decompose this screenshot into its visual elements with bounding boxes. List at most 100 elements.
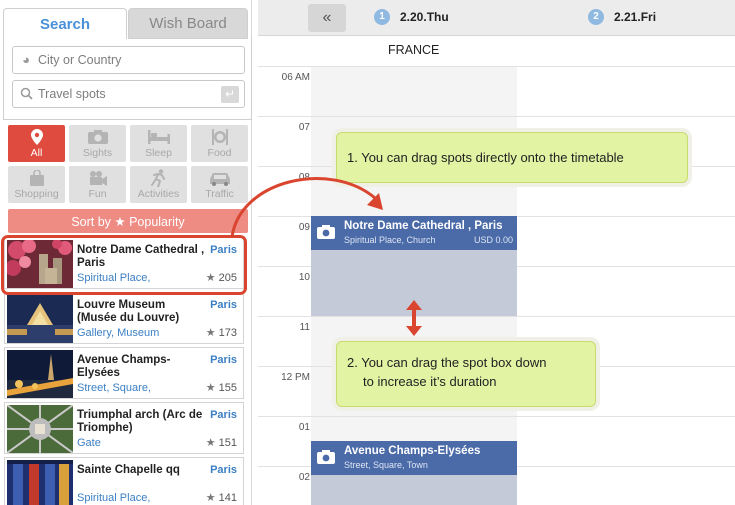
country-label: FRANCE [388,43,440,57]
spot-city[interactable]: Paris [210,244,237,256]
hour-label: 07 [298,122,310,133]
spot-category: Spiritual Place, [77,492,151,504]
spot-item[interactable]: Sainte Chapelle qq Paris Spiritual Place… [4,457,244,505]
car-icon [191,166,248,188]
spot-name: Louvre Museum (Musée du Louvre) [77,299,180,324]
spot-rating: ★ 173 [206,326,237,339]
rating-value: 155 [218,382,237,394]
spot-city[interactable]: Paris [210,354,237,366]
rating-value: 173 [218,327,237,339]
spot-name: Notre Dame Cathedral , Paris [77,244,205,269]
film-icon [69,166,126,188]
day-number-badge: 1 [374,9,390,25]
tip-line: to increase it’s duration [363,374,497,389]
category-all[interactable]: All [8,125,65,162]
spot-category: Spiritual Place, [77,272,151,284]
spot-name: Avenue Champs-Elysées [77,354,171,379]
camera-icon [317,450,335,464]
star-icon: ★ [205,492,216,504]
city-field[interactable]: ◕ [12,46,245,74]
hour-label: 11 [299,322,310,333]
category-label: Shopping [14,188,59,200]
spot-photo [7,240,73,288]
hour-label: 06 AM [281,72,310,83]
category-shopping[interactable]: Shopping [8,166,65,203]
tab-wish-board[interactable]: Wish Board [128,8,248,39]
spot-city[interactable]: Paris [210,299,237,311]
category-label: Sleep [145,147,172,159]
category-food[interactable]: Food [191,125,248,162]
hour-line [258,116,735,117]
enter-icon[interactable]: ↵ [221,86,239,103]
shopping-bag-icon [8,166,65,188]
schedule-block-header[interactable]: Avenue Champs-Elysées Street, Square, To… [311,441,517,475]
schedule-block[interactable]: Notre Dame Cathedral , Paris Spiritual P… [311,216,517,316]
spot-photo [7,350,73,398]
spot-photo [7,405,73,453]
schedule-block-header[interactable]: Notre Dame Cathedral , Paris Spiritual P… [311,216,517,250]
category-traffic[interactable]: Traffic [191,166,248,203]
hour-label: 01 [298,422,310,433]
hour-line [258,66,735,67]
star-icon: ★ [205,327,216,339]
hour-label: 09 [298,222,310,233]
bed-icon [130,125,187,147]
spot-category: Gallery, Museum [77,327,160,339]
hour-label: 10 [298,272,310,283]
day-number-badge: 2 [588,9,604,25]
sort-by-popularity-button[interactable]: Sort by ★ Popularity [8,209,248,233]
spot-city[interactable]: Paris [210,409,237,421]
hour-line [258,316,735,317]
hour-label: 02 [298,472,310,483]
category-label: Sights [82,147,113,159]
spot-category: Street, Square, [77,382,151,394]
hour-label: 08 [298,172,310,183]
tip-line: 2. You can drag the spot box down [347,355,547,370]
rating-value: 205 [218,272,237,284]
spot-item[interactable]: Avenue Champs-Elysées Paris Street, Squa… [4,347,244,399]
spot-item[interactable]: Louvre Museum (Musée du Louvre) Paris Ga… [4,292,244,344]
schedule-block-category: Street, Square, Town [344,460,428,470]
schedule-block-title: Notre Dame Cathedral , Paris [344,220,503,232]
timetable: « 1 2.20.Thu 2 2.21.Fri FRANCE 06 AM 07 … [258,0,735,505]
category-sleep[interactable]: Sleep [130,125,187,162]
category-sights[interactable]: Sights [69,125,126,162]
category-label: Activities [137,188,180,200]
city-input[interactable] [38,53,208,67]
schedule-block-title: Avenue Champs-Elysées [344,445,481,457]
spot-rating: ★ 141 [206,491,237,504]
rating-value: 141 [218,492,237,504]
day-label: 2.21.Fri [614,10,657,24]
camera-icon [69,125,126,147]
category-activities[interactable]: Activities [130,166,187,203]
tip-resize-duration: 2. You can drag the spot box down to inc… [336,341,596,407]
hour-label: 12 PM [281,372,310,383]
day-column-header[interactable]: 2 2.21.Fri [588,9,656,25]
category-label: Food [207,147,232,159]
spots-input[interactable] [38,87,208,101]
category-label: Fun [88,188,107,200]
spot-rating: ★ 151 [206,436,237,449]
day-column-header[interactable]: 1 2.20.Thu [374,9,449,25]
spot-name: Sainte Chapelle qq [77,464,180,476]
category-label: All [30,147,43,159]
map-pin-icon [8,125,65,147]
spot-rating: ★ 155 [206,381,237,394]
collapse-panel-button[interactable]: « [308,4,346,32]
spot-item[interactable]: Triumphal arch (Arc de Triomphe) Paris G… [4,402,244,454]
day-label: 2.20.Thu [400,10,449,24]
tab-search[interactable]: Search [3,8,127,39]
spot-city[interactable]: Paris [210,464,237,476]
spot-photo [7,460,73,505]
spot-item[interactable]: Notre Dame Cathedral , Paris Paris Spiri… [4,237,244,289]
spot-category: Gate [77,437,101,449]
hour-line [258,416,735,417]
tip-drag-spots: 1. You can drag spots directly onto the … [336,132,688,183]
utensils-icon [191,125,248,147]
category-fun[interactable]: Fun [69,166,126,203]
schedule-block[interactable]: Avenue Champs-Elysées Street, Square, To… [311,441,517,505]
schedule-block-category: Spiritual Place, Church [344,235,436,245]
spots-field[interactable]: ↵ [12,80,245,108]
star-icon: ★ [205,382,216,394]
globe-icon: ◕ [22,52,30,67]
